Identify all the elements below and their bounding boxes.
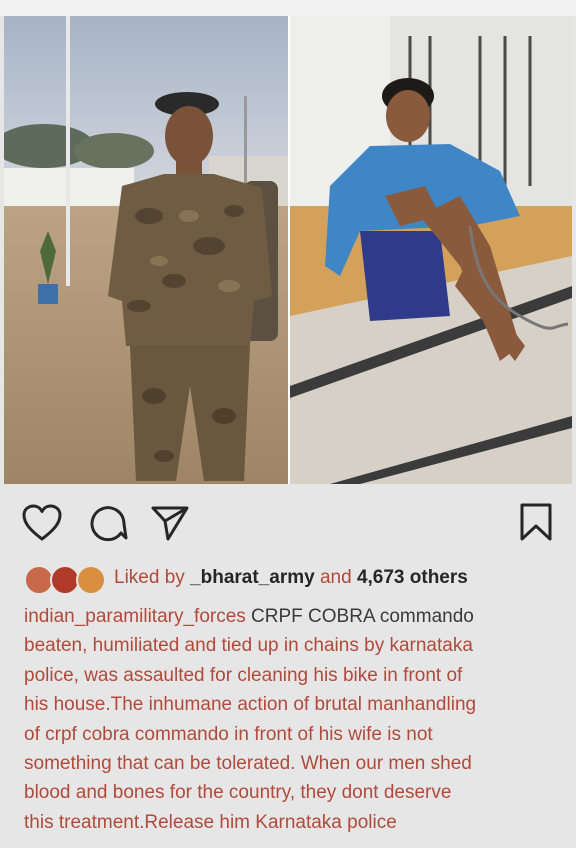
caption-text: blood and bones for the country, they do… [24, 782, 452, 804]
likes-summary: Liked by _bharat_army and 4,673 others [114, 567, 468, 589]
liked-by-user-link[interactable]: _bharat_army [190, 567, 315, 588]
caption-text: CRPF COBRA commando [245, 606, 474, 627]
caption-text: beaten, humiliated and tied up in chains… [24, 635, 473, 657]
liked-by-and: and [314, 567, 357, 588]
author-username-link[interactable]: indian_paramilitary_forces [24, 606, 246, 627]
caption-text: this treatment.Release him Karnataka pol… [24, 811, 397, 833]
avatar [76, 565, 106, 595]
post-image[interactable] [4, 16, 572, 484]
top-strip [0, 0, 576, 16]
caption-text: something that can be tolerated. When ou… [24, 753, 472, 775]
caption-line: indian_paramilitary_forces CRPF COBRA co… [24, 602, 564, 631]
bookmark-icon[interactable] [518, 502, 554, 547]
comment-icon[interactable] [88, 504, 128, 547]
liked-by-others-link[interactable]: 4,673 others [357, 567, 468, 588]
likes-row[interactable]: Liked by _bharat_army and 4,673 others [24, 562, 468, 595]
post-actions-bar [0, 484, 576, 560]
caption-text: of crpf cobra commando in front of his w… [24, 723, 433, 745]
liker-avatars [24, 563, 106, 595]
liked-by-prefix: Liked by [114, 567, 191, 588]
soldier-photo [4, 16, 288, 484]
heart-icon[interactable] [22, 504, 62, 547]
paper-plane-icon[interactable] [150, 504, 190, 547]
post-caption: indian_paramilitary_forces CRPF COBRA co… [24, 602, 564, 837]
detained-man-photo [290, 16, 572, 484]
caption-text: police, was assaulted for cleaning his b… [24, 664, 463, 686]
caption-text: his house.The inhumane action of brutal … [24, 694, 477, 716]
